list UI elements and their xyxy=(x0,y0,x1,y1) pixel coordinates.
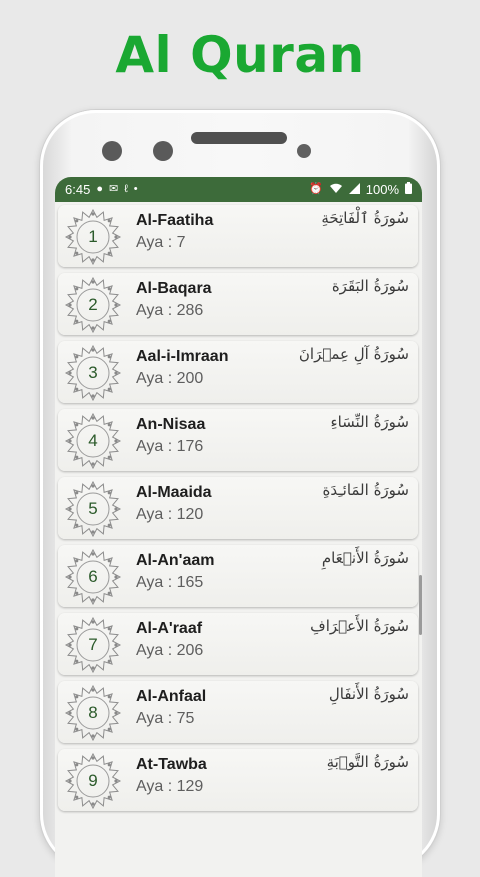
surah-name: Al-Faatiha xyxy=(136,212,214,229)
surah-aya-count: Aya : 7 xyxy=(136,234,186,251)
surah-card[interactable]: 4 An-Nisaa Aya : 176 سُورَةُ النِّسَاءِ xyxy=(58,409,418,471)
surah-number: 2 xyxy=(88,295,98,314)
surah-number-medallion-icon: 2 xyxy=(64,276,122,334)
front-camera-icon xyxy=(102,141,122,161)
status-bar: 6:45 ● ✉ ℓ • ⏰ 100% xyxy=(55,177,422,202)
surah-card[interactable]: 1 Al-Faatiha Aya : 7 سُورَةُ ٱلْفَاتِحَةِ xyxy=(58,205,418,267)
surah-name: Al-Baqara xyxy=(136,280,212,297)
surah-card[interactable]: 2 Al-Baqara Aya : 286 سُورَةُ البَقَرَة xyxy=(58,273,418,335)
alarm-icon: ⏰ xyxy=(309,183,323,195)
surah-number: 8 xyxy=(88,703,98,722)
surah-number: 4 xyxy=(88,431,98,450)
surah-number-medallion-icon: 4 xyxy=(64,412,122,470)
surah-arabic-name: سُورَةُ ٱلْفَاتِحَةِ xyxy=(321,209,409,227)
surah-number-medallion-icon: 1 xyxy=(64,208,122,266)
battery-percent: 100% xyxy=(365,182,399,197)
promo-title: Al Quran xyxy=(115,26,365,84)
surah-arabic-name: سُورَةُ التَّوۡبَةِ xyxy=(326,753,409,771)
surah-aya-count: Aya : 286 xyxy=(136,302,204,319)
surah-aya-count: Aya : 75 xyxy=(136,710,195,727)
surah-card[interactable]: 7 Al-A'raaf Aya : 206 سُورَةُ الأَعۡرَافِ xyxy=(58,613,418,675)
battery-icon xyxy=(405,182,412,197)
surah-aya-count: Aya : 200 xyxy=(136,370,204,387)
surah-number-medallion-icon: 7 xyxy=(64,616,122,674)
status-time: 6:45 xyxy=(65,182,91,197)
surah-arabic-name: سُورَةُ المَائـِدَةِ xyxy=(322,481,409,499)
scrollbar[interactable] xyxy=(419,575,422,635)
mail-icon: ✉ xyxy=(108,183,119,195)
signal-icon xyxy=(348,182,360,197)
front-sensor-icon xyxy=(153,141,173,161)
phone-frame: 6:45 ● ✉ ℓ • ⏰ 100% 1 Al-Faatiha Aya: 7… xyxy=(40,110,440,877)
surah-name: Al-A'raaf xyxy=(136,620,203,637)
wifi-icon xyxy=(329,183,343,197)
dot-icon: • xyxy=(133,183,138,195)
surah-arabic-name: سُورَةُ آلِ عِمۡرَانَ xyxy=(298,345,409,363)
surah-aya-count: Aya : 120 xyxy=(136,506,204,523)
surah-arabic-name: سُورَةُ البَقَرَة xyxy=(331,277,409,295)
surah-name: Al-Maaida xyxy=(136,484,212,501)
surah-arabic-name: سُورَةُ النِّسَاءِ xyxy=(330,413,409,431)
surah-aya-count: Aya : 129 xyxy=(136,778,204,795)
nfc-icon: ℓ xyxy=(124,183,128,195)
surah-aya-count: Aya : 165 xyxy=(136,574,204,591)
surah-card[interactable]: 8 Al-Anfaal Aya : 75 سُورَةُ الأَنفَالِ xyxy=(58,681,418,743)
surah-number: 1 xyxy=(88,227,98,246)
chat-bubble-icon: ● xyxy=(96,183,103,195)
surah-aya-count: Aya : 206 xyxy=(136,642,204,659)
surah-aya-count: Aya : 176 xyxy=(136,438,204,455)
surah-card[interactable]: 9 At-Tawba Aya : 129 سُورَةُ التَّوۡبَةِ xyxy=(58,749,418,811)
app-screen: 6:45 ● ✉ ℓ • ⏰ 100% 1 Al-Faatiha Aya: 7… xyxy=(55,177,422,877)
earpiece-speaker xyxy=(191,132,287,144)
surah-number: 3 xyxy=(88,363,98,382)
surah-number: 5 xyxy=(88,499,98,518)
surah-name: Al-An'aam xyxy=(136,552,215,569)
surah-card[interactable]: 5 Al-Maaida Aya : 120 سُورَةُ المَائـِدَةِ xyxy=(58,477,418,539)
surah-number: 6 xyxy=(88,567,98,586)
surah-number: 9 xyxy=(88,771,98,790)
surah-number-medallion-icon: 5 xyxy=(64,480,122,538)
surah-name: At-Tawba xyxy=(136,756,207,773)
surah-arabic-name: سُورَةُ الأَنۡعَامِ xyxy=(321,549,409,567)
surah-card[interactable]: 6 Al-An'aam Aya : 165 سُورَةُ الأَنۡعَامِ xyxy=(58,545,418,607)
surah-card[interactable]: 3 Aal-i-Imraan Aya : 200 سُورَةُ آلِ عِمۡرَ… xyxy=(58,341,418,403)
surah-number-medallion-icon: 8 xyxy=(64,684,122,742)
surah-arabic-name: سُورَةُ الأَنفَالِ xyxy=(328,685,409,703)
surah-number: 7 xyxy=(88,635,98,654)
proximity-sensor-icon xyxy=(297,144,311,158)
surah-number-medallion-icon: 3 xyxy=(64,344,122,402)
surah-name: Al-Anfaal xyxy=(136,688,207,705)
surah-number-medallion-icon: 9 xyxy=(64,752,122,810)
surah-name: An-Nisaa xyxy=(136,416,206,433)
surah-name: Aal-i-Imraan xyxy=(136,348,229,365)
surah-number-medallion-icon: 6 xyxy=(64,548,122,606)
surah-arabic-name: سُورَةُ الأَعۡرَافِ xyxy=(310,617,409,635)
